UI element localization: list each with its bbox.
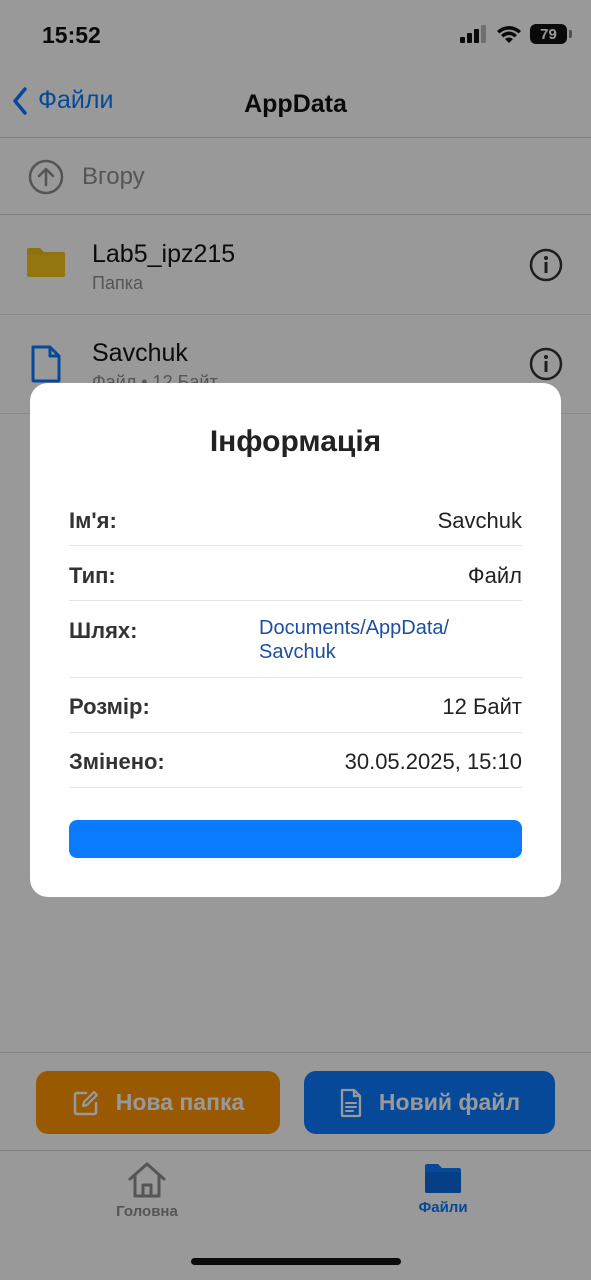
info-label: Ім'я:	[69, 508, 117, 533]
info-row-type: Тип: Файл	[69, 546, 522, 601]
info-label: Розмір:	[69, 694, 150, 719]
info-dialog: Інформація Ім'я: Savchuk Тип: Файл Шлях:…	[30, 383, 561, 897]
info-value: 30.05.2025, 15:10	[344, 749, 522, 774]
info-row-size: Розмір: 12 Байт	[69, 678, 522, 733]
dialog-ok-button[interactable]	[69, 820, 522, 858]
info-value: 12 Байт	[442, 694, 522, 719]
path-line: Savchuk	[259, 641, 336, 663]
info-row-name: Ім'я: Savchuk	[69, 491, 522, 546]
info-row-path: Шлях: Documents/AppData/ Savchuk	[69, 601, 522, 678]
dialog-title: Інформація	[209, 425, 382, 458]
info-label: Шлях:	[69, 618, 138, 643]
info-path-value[interactable]: Documents/AppData/ Savchuk	[259, 616, 489, 664]
info-value: Savchuk	[437, 508, 522, 533]
info-label: Змінено:	[69, 749, 165, 774]
info-row-modified: Змінено: 30.05.2025, 15:10	[69, 733, 522, 788]
path-line: Documents/AppData/	[259, 617, 450, 639]
info-label: Тип:	[69, 563, 116, 588]
info-value: Файл	[467, 563, 522, 588]
